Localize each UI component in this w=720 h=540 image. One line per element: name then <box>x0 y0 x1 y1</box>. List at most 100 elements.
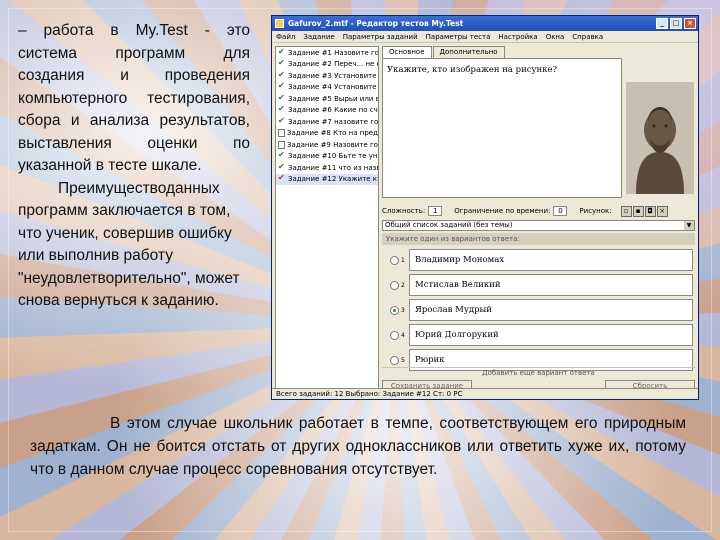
menu-file[interactable]: Файл <box>276 33 295 41</box>
answer-field[interactable]: Ярослав Мудрый <box>409 299 693 321</box>
check-icon <box>278 47 286 57</box>
advantage-paragraph: Преимуществоданных программ заключается … <box>18 179 240 310</box>
check-icon <box>278 59 286 68</box>
menu-bar: Файл Задание Параметры заданий Параметры… <box>272 31 698 43</box>
check-icon <box>278 162 286 172</box>
menu-task[interactable]: Задание <box>303 33 334 41</box>
slide-text-left: – работа в My.Test - это система програм… <box>18 20 250 313</box>
topic-select-value: Общий список заданий (без темы) <box>385 221 513 229</box>
task-item[interactable]: Задание #4 Установите по <box>276 82 378 94</box>
task-item[interactable]: Задание #8 Кто на предо <box>276 128 378 140</box>
intro-paragraph: – работа в My.Test - это система програм… <box>18 22 250 174</box>
picture-toolbar: ▫ ▪ ◘ × <box>620 205 669 217</box>
menu-task-params[interactable]: Параметры заданий <box>343 33 418 41</box>
question-text: Укажите, кто изображен на рисунке? <box>387 65 558 75</box>
task-item[interactable]: Задание #2 Переч... не ет <box>276 59 378 71</box>
answer-number: 5 <box>401 356 405 364</box>
question-editor[interactable]: Укажите, кто изображен на рисунке? <box>382 58 622 198</box>
task-editor: Основное Дополнительно Укажите, кто изоб… <box>382 46 697 392</box>
check-icon <box>278 70 286 80</box>
answers-header: Укажите один из вариантов ответа: <box>382 233 695 245</box>
task-label: Задание #8 Кто на предо <box>287 129 378 138</box>
answer-field[interactable]: Юрий Долгорукий <box>409 324 693 346</box>
mytest-editor-window: Gafurov_2.mtf - Редактор тестов My.Test … <box>271 15 699 400</box>
close-button[interactable]: × <box>684 18 696 29</box>
portrait-image <box>626 82 694 194</box>
task-item[interactable]: Задание #3 Установите по <box>276 70 378 82</box>
check-icon <box>278 116 286 126</box>
task-params-row: Сложность: 1 Ограничение по времени: 0 Р… <box>382 204 697 218</box>
task-label: Задание #9 Назовите год <box>287 140 378 149</box>
save-image-icon[interactable]: ▪ <box>632 205 644 217</box>
time-limit-input[interactable]: 0 <box>553 206 568 216</box>
answer-field[interactable]: Владимир Мономах <box>409 249 693 271</box>
difficulty-label: Сложность: <box>382 207 426 215</box>
task-item[interactable]: Задание #10 Бьте те уни <box>276 151 378 163</box>
menu-settings[interactable]: Настройка <box>498 33 537 41</box>
task-label: Задание #12 Укажите кто <box>288 175 378 184</box>
task-item-selected[interactable]: Задание #12 Укажите кто <box>276 173 378 185</box>
app-icon <box>275 19 284 28</box>
delete-image-icon[interactable]: × <box>656 205 668 217</box>
check-icon <box>278 105 286 114</box>
image-icon[interactable]: ◘ <box>644 205 656 217</box>
tab-main[interactable]: Основное <box>382 46 432 58</box>
answer-number: 2 <box>401 281 405 289</box>
task-item[interactable]: Задание #11 что из назва <box>276 162 378 174</box>
task-item[interactable]: Задание #5 Вырьи или вед <box>276 93 378 105</box>
topic-select[interactable]: Общий список заданий (без темы) ▼ <box>382 220 695 231</box>
answer-radio[interactable] <box>390 280 399 290</box>
portrait-bust-icon <box>626 82 694 194</box>
title-bar: Gafurov_2.mtf - Редактор тестов My.Test … <box>272 16 698 31</box>
editor-tabs: Основное Дополнительно <box>382 46 697 58</box>
answer-radio[interactable] <box>390 330 399 340</box>
document-icon <box>278 129 285 138</box>
document-icon <box>278 140 285 149</box>
window-title: Gafurov_2.mtf - Редактор тестов My.Test <box>288 19 464 28</box>
answer-radio[interactable] <box>390 255 399 265</box>
menu-help[interactable]: Справка <box>572 33 603 41</box>
task-label: Задание #1 Назовите год к <box>288 48 378 57</box>
task-label: Задание #6 Какие по счет <box>288 106 378 115</box>
task-label: Задание #2 Переч... не ет <box>288 60 378 69</box>
task-item[interactable]: Задание #6 Какие по счет <box>276 105 378 117</box>
answer-row: 2 Мстислав Великий <box>382 273 695 297</box>
answer-row: 3 Ярослав Мудрый <box>382 298 695 322</box>
minimize-button[interactable]: _ <box>656 18 668 29</box>
maximize-button[interactable]: □ <box>670 18 682 29</box>
chevron-down-icon[interactable]: ▼ <box>684 221 694 230</box>
answer-number: 3 <box>401 306 405 314</box>
task-label: Задание #11 что из назва <box>288 163 378 172</box>
answer-number: 1 <box>401 256 405 264</box>
status-bar: Всего заданий: 12 Выбрано: Задание #12 С… <box>272 388 698 399</box>
open-image-icon[interactable]: ▫ <box>620 205 632 217</box>
time-limit-label: Ограничение по времени: <box>454 207 551 215</box>
answer-row: 1 Владимир Мономах <box>382 248 695 272</box>
task-label: Задание #7 назовите годы <box>288 117 378 126</box>
tab-additional[interactable]: Дополнительно <box>432 46 505 58</box>
answer-radio-selected[interactable] <box>390 305 399 315</box>
task-item[interactable]: Задание #9 Назовите год <box>276 139 378 151</box>
answer-list: 1 Владимир Мономах 2 Мстислав Великий 3 … <box>382 248 695 373</box>
add-answer-button[interactable]: Добавить еще вариант ответа <box>382 367 695 377</box>
menu-test-params[interactable]: Параметры теста <box>426 33 491 41</box>
check-icon <box>278 93 286 103</box>
answer-row: 4 Юрий Долгорукий <box>382 323 695 347</box>
task-label: Задание #5 Вырьи или вед <box>288 94 378 103</box>
slide-text-bottom: В этом случае школьник работает в темпе,… <box>30 415 686 478</box>
answer-number: 4 <box>401 331 405 339</box>
check-icon <box>278 174 286 183</box>
difficulty-input[interactable]: 1 <box>428 206 443 216</box>
menu-windows[interactable]: Окна <box>546 33 565 41</box>
task-label: Задание #4 Установите по <box>288 83 378 92</box>
check-icon <box>278 151 286 160</box>
task-item[interactable]: Задание #1 Назовите год к <box>276 47 378 59</box>
picture-label: Рисунок: <box>579 207 612 215</box>
task-list: Задание #1 Назовите год к Задание #2 Пер… <box>275 46 379 389</box>
answer-radio[interactable] <box>390 355 399 365</box>
answer-field[interactable]: Мстислав Великий <box>409 274 693 296</box>
task-item[interactable]: Задание #7 назовите годы <box>276 116 378 128</box>
task-label: Задание #10 Бьте те уни <box>288 152 378 161</box>
task-label: Задание #3 Установите по <box>288 71 378 80</box>
check-icon <box>278 82 286 91</box>
